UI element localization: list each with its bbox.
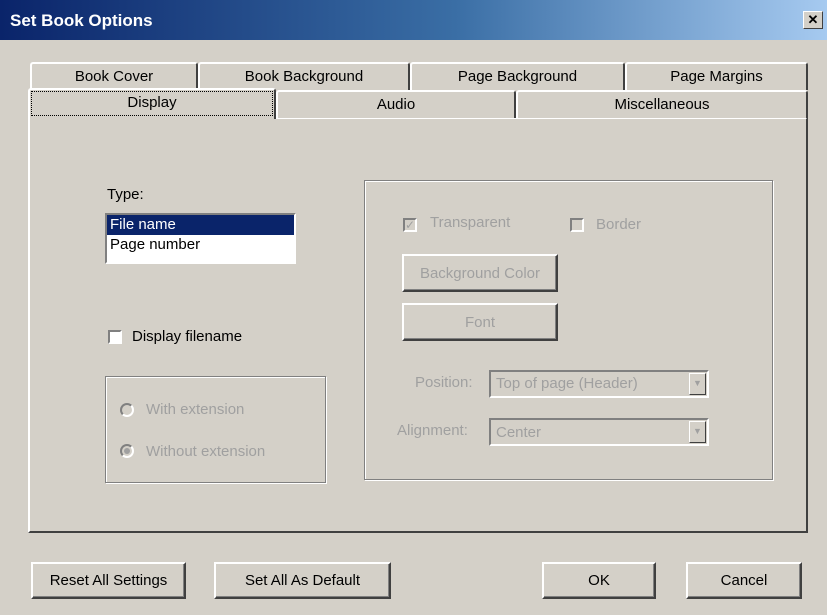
alignment-select[interactable]: Center ▼ [489,418,709,446]
tab-label: Display [127,94,177,111]
tab-page-margins[interactable]: Page Margins [625,62,808,90]
list-item-page-number[interactable]: Page number [107,235,294,255]
close-button[interactable]: ✕ [803,11,823,29]
position-value: Top of page (Header) [496,375,638,392]
tab-book-background[interactable]: Book Background [198,62,410,90]
button-label: Font [464,313,495,331]
without-extension-label[interactable]: Without extension [146,443,265,460]
check-icon: ✓ [405,218,416,232]
chevron-down-icon[interactable]: ▼ [689,373,706,395]
tab-label: Page Background [457,68,578,85]
tab-label: Page Margins [670,68,763,85]
border-checkbox[interactable] [570,218,584,232]
alignment-label: Alignment: [397,422,468,439]
tab-book-cover[interactable]: Book Cover [30,62,198,90]
list-item-file-name[interactable]: File name [107,215,294,235]
button-label: OK [588,572,610,589]
button-label: Reset All Settings [49,572,168,589]
position-select[interactable]: Top of page (Header) ▼ [489,370,709,398]
type-listbox[interactable]: File name Page number [105,213,296,264]
chevron-down-icon[interactable]: ▼ [689,421,706,443]
set-all-as-default-button[interactable]: Set All As Default [214,562,391,599]
tab-label: Miscellaneous [614,96,710,113]
tab-label: Audio [376,96,416,113]
button-label: Set All As Default [244,572,361,589]
transparent-checkbox[interactable]: ✓ [403,218,417,232]
background-color-button[interactable]: Background Color [402,254,558,292]
close-icon: ✕ [807,12,819,27]
window-title: Set Book Options [10,11,153,30]
with-extension-label[interactable]: With extension [146,401,244,418]
button-label: Cancel [720,572,768,589]
tab-display[interactable]: Display [28,88,276,119]
with-extension-radio[interactable] [120,403,134,417]
font-button[interactable]: Font [402,303,558,341]
without-extension-radio[interactable] [120,444,134,458]
reset-all-settings-button[interactable]: Reset All Settings [31,562,186,599]
extension-group [105,376,326,483]
tab-miscellaneous[interactable]: Miscellaneous [516,90,808,118]
transparent-label[interactable]: Transparent [430,214,510,231]
ok-button[interactable]: OK [542,562,656,599]
tab-label: Book Background [244,68,364,85]
tab-label: Book Cover [74,68,154,85]
position-label: Position: [415,374,473,391]
button-label: Background Color [419,264,541,282]
border-label[interactable]: Border [596,216,641,233]
display-filename-checkbox[interactable] [108,330,122,344]
tab-audio[interactable]: Audio [276,90,516,118]
cancel-button[interactable]: Cancel [686,562,802,599]
display-filename-label[interactable]: Display filename [132,328,242,345]
alignment-value: Center [496,424,542,441]
tab-page-background[interactable]: Page Background [410,62,625,90]
type-label: Type: [107,186,144,203]
radio-selected-dot [124,448,130,454]
